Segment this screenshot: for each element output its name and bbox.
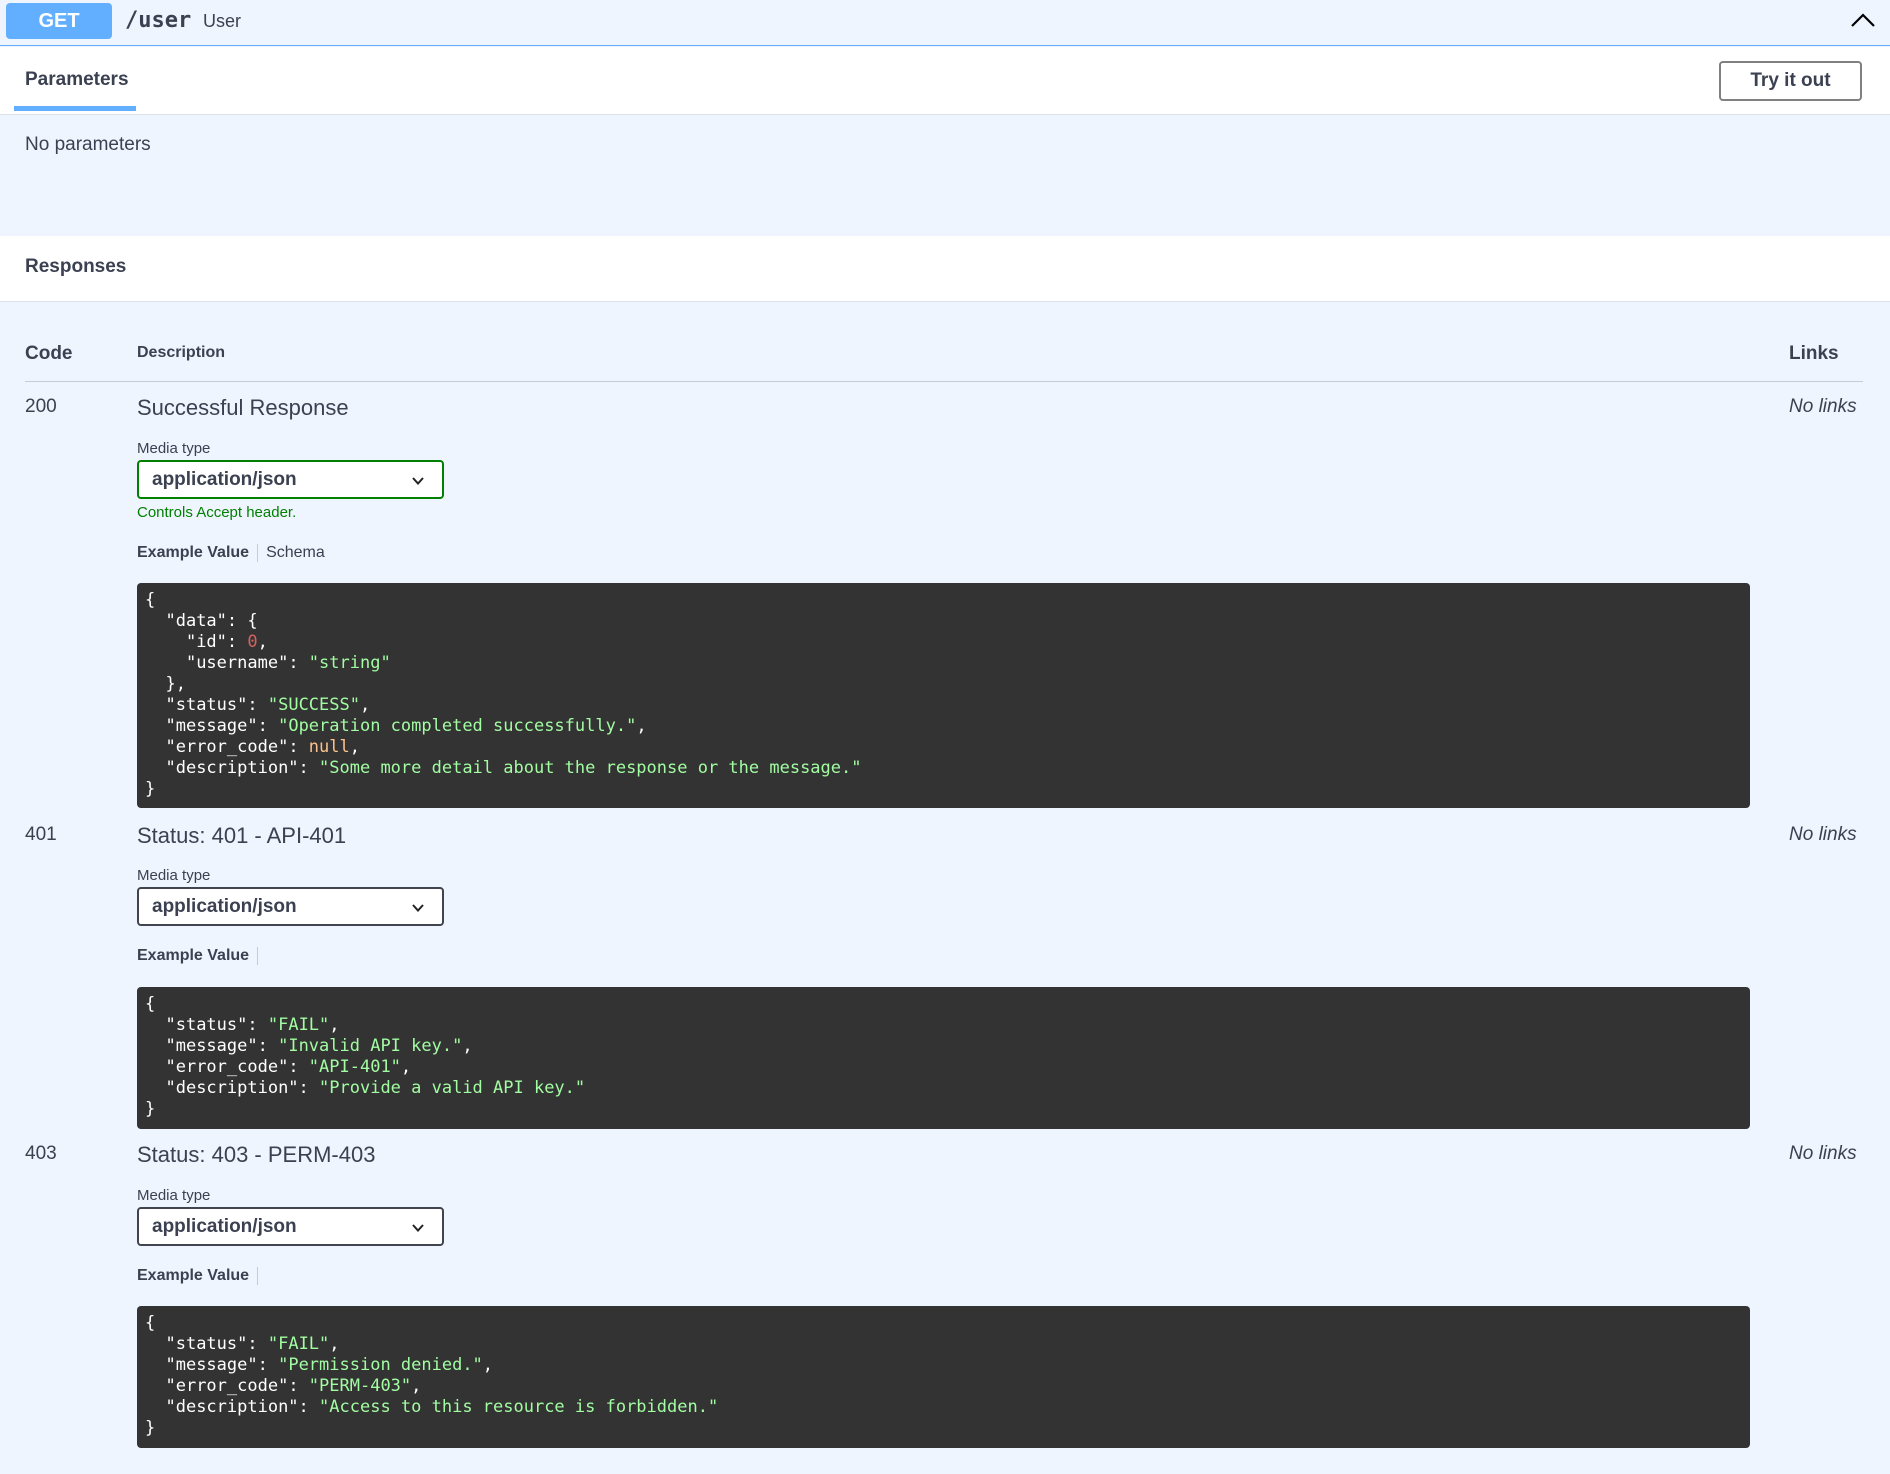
no-parameters-text: No parameters [25,134,151,155]
example-tabs: Example Value Schema [137,544,325,562]
responses-bar: Responses [0,236,1890,302]
response-description: Successful Response [137,395,349,420]
response-links: No links [1789,1143,1857,1164]
media-type-value: application/json [152,469,297,490]
parameters-bar: Parameters Try it out [0,47,1890,115]
table-header-divider [25,381,1863,382]
responses-title: Responses [25,256,127,277]
tab-schema[interactable]: Schema [266,544,325,561]
tab-example-value[interactable]: Example Value [137,544,249,561]
example-tabs: Example Value [137,947,266,965]
method-badge: GET [6,3,112,39]
media-type-value: application/json [152,1216,297,1237]
example-code-block: { "data": { "id": 0, "username": "string… [137,583,1750,808]
response-links: No links [1789,396,1857,417]
tab-divider [257,1267,259,1285]
tab-example-value[interactable]: Example Value [137,947,249,964]
media-type-select[interactable]: application/json [137,460,444,499]
media-type-select[interactable]: application/json [137,1207,444,1246]
tab-divider [257,947,259,965]
column-header-description: Description [137,344,226,361]
response-code: 401 [25,824,57,845]
chevron-down-icon [412,1221,424,1233]
media-type-label: Media type [137,1187,211,1204]
example-code-block: { "status": "FAIL", "message": "Invalid … [137,987,1750,1129]
response-code: 403 [25,1143,57,1164]
operation-path: /user [125,8,192,33]
example-tabs: Example Value [137,1267,266,1285]
operation-summary: User [203,11,242,31]
media-type-label: Media type [137,867,211,884]
example-code-block: { "status": "FAIL", "message": "Permissi… [137,1306,1750,1448]
media-type-label: Media type [137,440,211,457]
operation-header[interactable]: GET /user User [0,0,1890,46]
chevron-down-icon [412,901,424,913]
tab-parameters[interactable]: Parameters [14,47,136,111]
tab-divider [257,544,259,562]
response-links: No links [1789,824,1857,845]
column-header-code: Code [25,343,73,364]
response-description: Status: 403 - PERM-403 [137,1142,376,1167]
response-code: 200 [25,396,57,417]
media-type-value: application/json [152,896,297,917]
tab-parameters-label: Parameters [25,69,129,90]
response-description: Status: 401 - API-401 [137,823,347,848]
column-header-links: Links [1789,343,1839,364]
media-type-select[interactable]: application/json [137,887,444,926]
tab-example-value[interactable]: Example Value [137,1267,249,1284]
chevron-down-icon [412,474,424,486]
controls-accept-hint: Controls Accept header. [137,504,297,521]
try-it-out-button[interactable]: Try it out [1719,61,1862,101]
chevron-up-icon[interactable] [1848,6,1878,36]
